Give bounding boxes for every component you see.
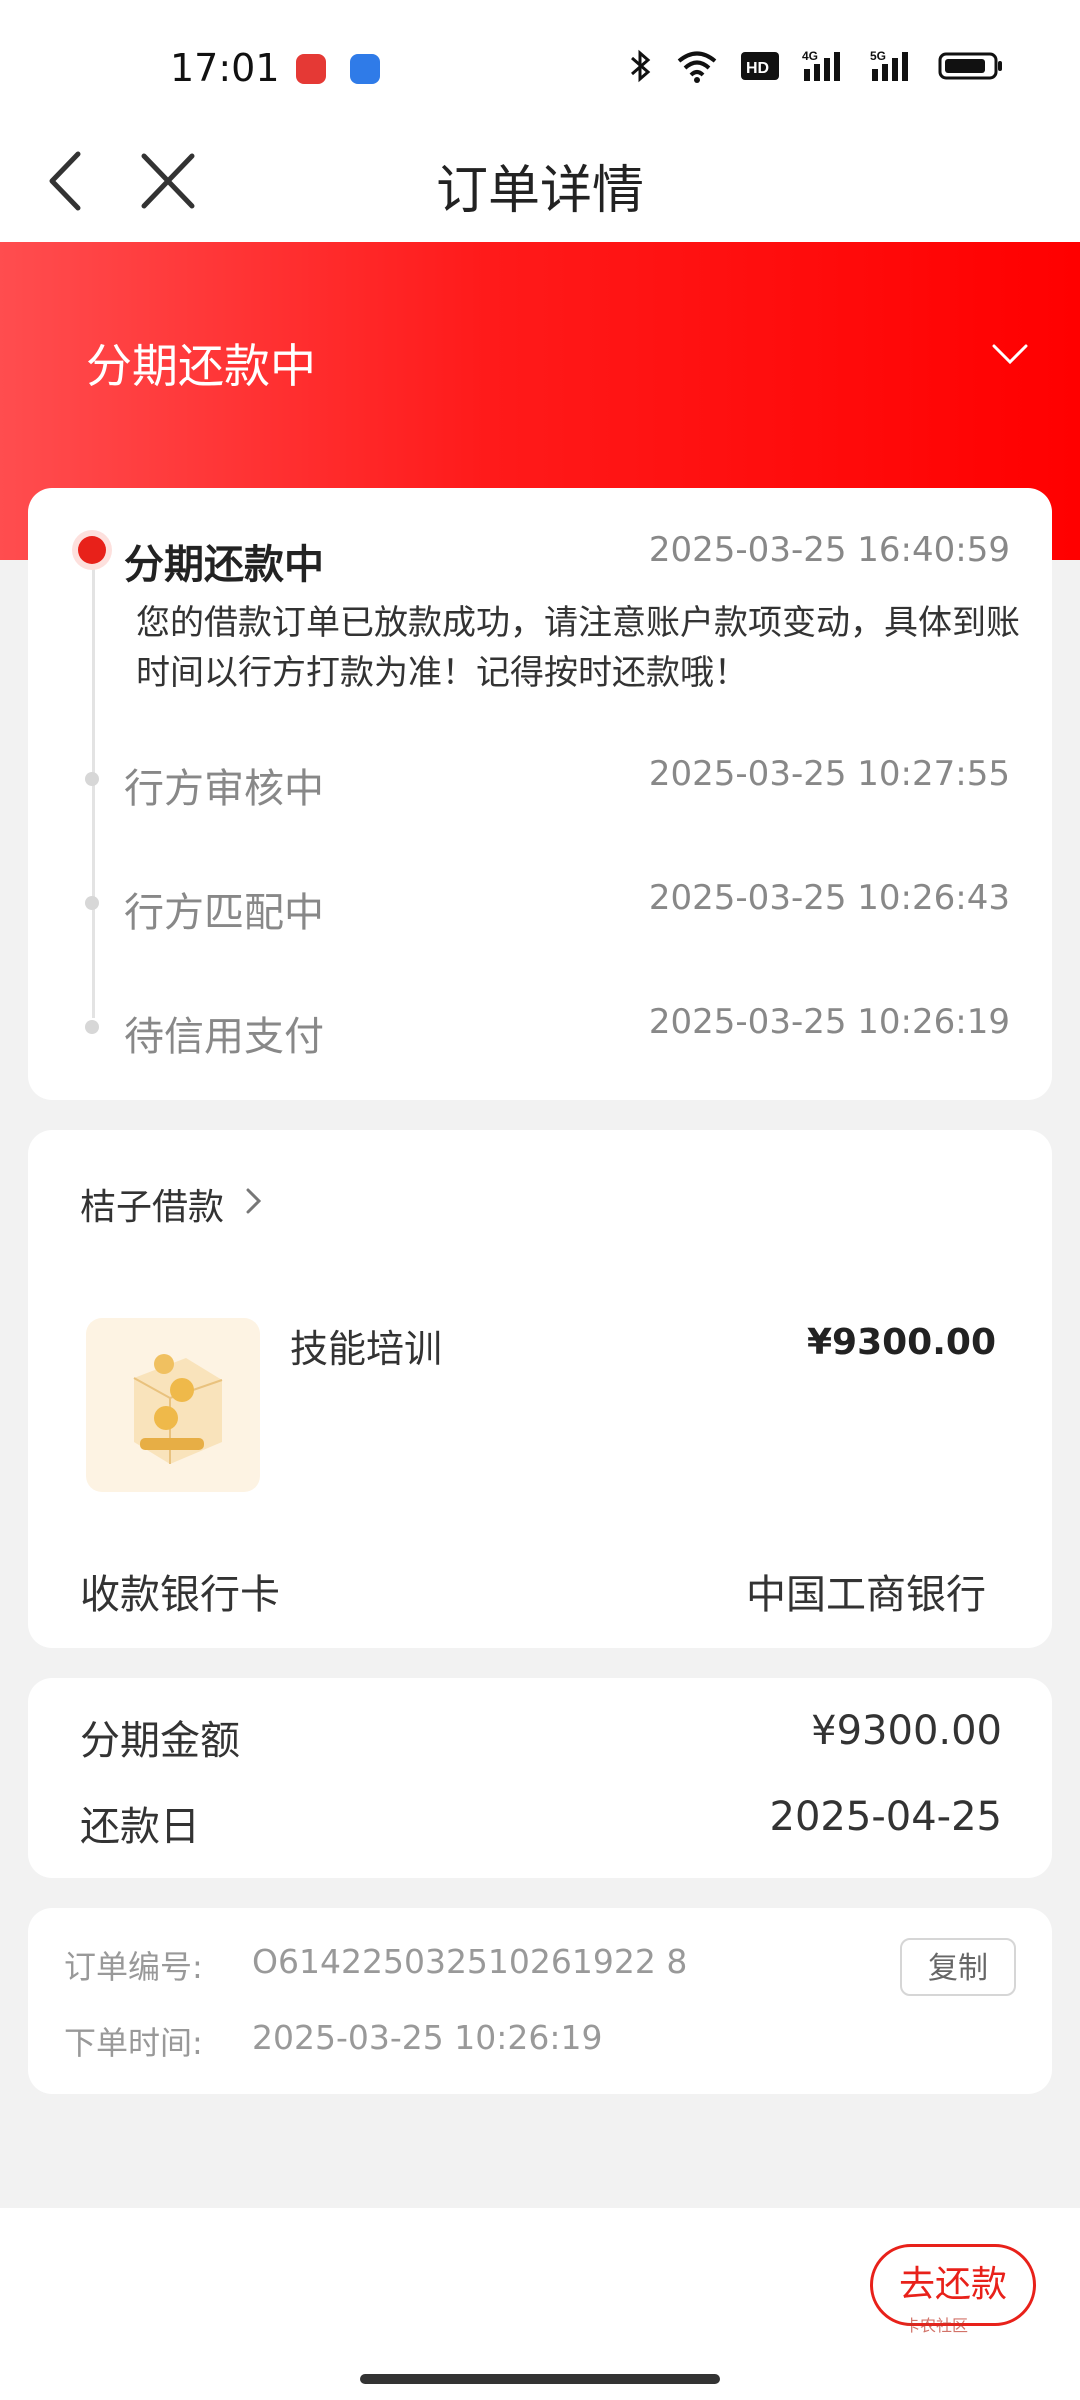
coin-box-icon	[86, 1318, 260, 1492]
timeline-title: 分期还款中	[124, 542, 324, 588]
timeline-description: 您的借款订单已放款成功，请注意账户款项变动，具体到账时间以行方打款为准！记得按时…	[136, 603, 1020, 693]
timeline-title: 待信用支付	[124, 1014, 324, 1060]
blue-app-icon	[350, 54, 380, 84]
order-number-label: 订单编号:	[64, 1948, 203, 1986]
timeline-dot-icon	[85, 772, 99, 786]
merchant-name-link[interactable]: 桔子借款	[80, 1178, 224, 1230]
chevron-down-icon[interactable]	[990, 334, 1030, 374]
order-number-value: O614225032510261922 8	[252, 1942, 688, 1981]
hd-icon: HD	[741, 52, 779, 80]
installment-amount-value: ¥9300.00	[811, 1708, 1002, 1754]
battery-icon	[938, 52, 1002, 80]
timeline-card: 分期还款中 2025-03-25 16:40:59 您的借款订单已放款成功，请注…	[28, 488, 1052, 1100]
watermark: 卡农社区	[904, 2316, 969, 2335]
order-info-card: 订单编号: O614225032510261922 8 复制 下单时间: 202…	[28, 1908, 1052, 2094]
due-date-value: 2025-04-25	[769, 1794, 1002, 1840]
timeline-time: 2025-03-25 16:40:59	[648, 530, 1010, 570]
bank-card-value: 中国工商银行	[746, 1572, 986, 1618]
timeline-dot-icon	[85, 896, 99, 910]
product-name: 技能培训	[290, 1327, 443, 1371]
home-indicator[interactable]	[360, 2374, 720, 2384]
active-dot-icon	[78, 536, 106, 564]
timeline-time: 2025-03-25 10:27:55	[648, 754, 1010, 794]
chevron-right-icon[interactable]	[240, 1184, 266, 1218]
svg-text:4G: 4G	[802, 49, 818, 63]
timeline-title: 行方审核中	[124, 766, 324, 812]
svg-text:HD: HD	[746, 60, 769, 77]
status-time: 17:01	[170, 46, 280, 90]
bank-card-label: 收款银行卡	[80, 1572, 280, 1618]
timeline-time: 2025-03-25 10:26:19	[648, 1002, 1010, 1042]
product-price: ¥9300.00	[806, 1322, 996, 1363]
bluetooth-icon	[631, 49, 651, 83]
bottom-bar: 去还款 卡农社区	[0, 2208, 1080, 2400]
status-bar: 17:01 HD 4G 5G	[0, 0, 1080, 120]
wifi-icon	[677, 51, 717, 83]
timeline-dot-icon	[85, 1020, 99, 1034]
5g-signal-icon: 5G	[870, 49, 908, 81]
page-title: 订单详情	[435, 161, 644, 221]
order-time-label: 下单时间:	[64, 2024, 203, 2062]
nav-bar: 订单详情	[0, 120, 1080, 242]
installment-card: 分期金额 ¥9300.00 还款日 2025-04-25	[28, 1678, 1052, 1878]
red-record-app-icon	[296, 54, 326, 84]
timeline-title: 行方匹配中	[124, 890, 324, 936]
4g-signal-icon: 4G	[802, 49, 840, 81]
copy-button[interactable]: 复制	[900, 1938, 1016, 1996]
system-icons: HD 4G 5G	[628, 48, 1004, 84]
merchant-card: 桔子借款 技能培训 ¥9300.00 收款银行卡 中国工商银行	[28, 1130, 1052, 1648]
timeline-time: 2025-03-25 10:26:43	[648, 878, 1010, 918]
svg-text:5G: 5G	[870, 49, 886, 63]
banner-status-text: 分期还款中	[86, 339, 316, 393]
due-date-label: 还款日	[80, 1804, 200, 1850]
installment-amount-label: 分期金额	[80, 1718, 240, 1764]
order-time-value: 2025-03-25 10:26:19	[252, 2018, 603, 2057]
